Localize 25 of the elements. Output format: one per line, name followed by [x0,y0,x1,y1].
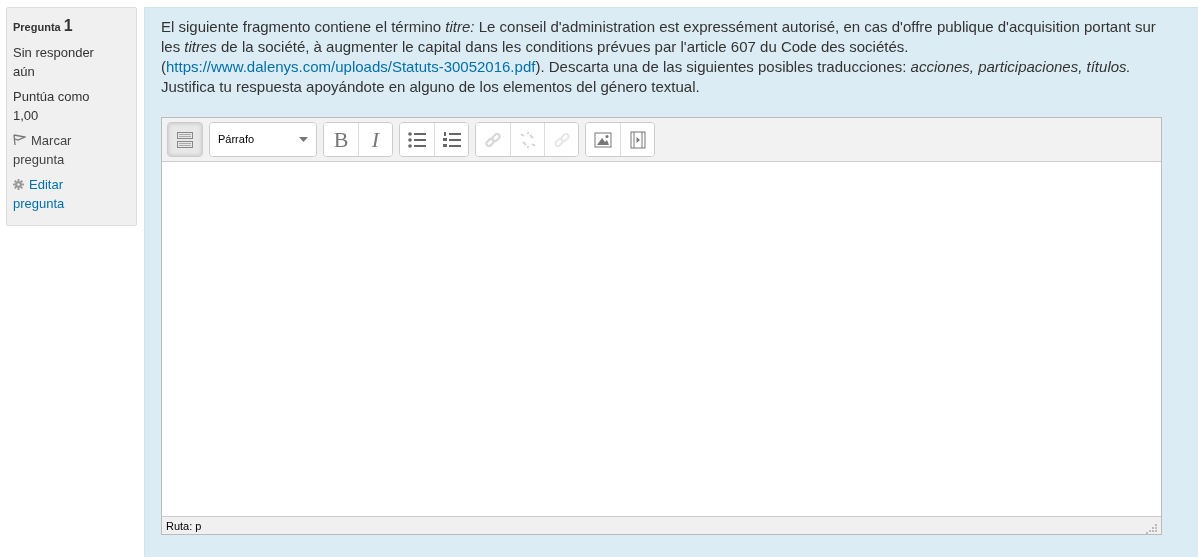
gear-icon [13,179,24,190]
resize-handle-icon[interactable] [1146,523,1157,534]
media-button[interactable] [620,123,654,156]
question-grade: Puntúa como 1,00 [13,88,91,125]
unlink-icon [518,130,537,149]
element-path: Ruta: p [166,519,202,533]
numbered-list-icon [442,131,461,148]
italic-button[interactable]: I [358,123,392,156]
format-dropdown[interactable]: Párrafo [210,123,316,156]
toolbar-rows-icon [176,130,194,149]
film-icon [629,130,646,149]
flag-icon [13,134,26,146]
numbered-list-button[interactable] [434,123,468,156]
flag-question-link[interactable]: Marcar pregunta [13,131,114,169]
caret-icon [299,137,308,142]
question-state: Sin responder aún [13,44,95,81]
bullet-list-icon [408,131,426,148]
image-icon [594,131,612,148]
question-title: Pregunta 1 [13,16,74,36]
edit-question-link[interactable]: Editar pregunta [13,175,114,213]
link-icon [484,130,502,149]
question-text: El siguiente fragmento contiene el término titre: Le conseil d'administration est expressément autorisé, en cas d'offre publique d'acquisition portant sur les titres de la société, à augmenter le capital dans les conditions prévues par l'article 607 du Code des sociétés. (https://www.dalenys.com/uploads/Statuts-30052016.pdf). Descarta una de las siguientes posibles traducciones: acciones, participaciones, títulos. Justifica tu respuesta apoyándote en alguno de los elementos del género textual. [161,17,1157,97]
link-icon [552,130,571,149]
toolbar-toggle-button[interactable] [168,123,202,156]
document-link[interactable]: https://www.dalenys.com/uploads/Statuts-30052016.pdf [166,58,536,75]
